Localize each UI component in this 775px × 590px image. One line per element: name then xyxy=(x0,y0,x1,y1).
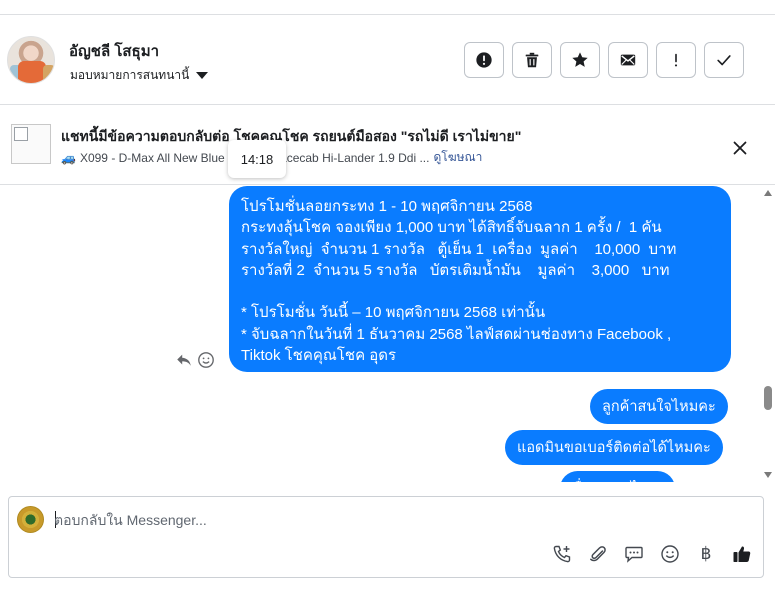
avatar[interactable] xyxy=(7,36,55,84)
conversation-header: อัญชลี โสธุมา มอบหมายการสนทนานี้ xyxy=(0,15,775,105)
message-bubble[interactable]: โปรโมชั่นลอยกระทง 1 - 10 พฤศจิกายน 2568 … xyxy=(229,186,731,372)
reply-composer: ฿ xyxy=(8,496,764,578)
scroll-down-arrow-icon[interactable] xyxy=(764,472,772,478)
contact-name[interactable]: อัญชลี โสธุมา xyxy=(69,39,159,63)
message-bubble[interactable]: ชื่อเล่นอะไรคะ xyxy=(560,471,676,482)
smiley-icon xyxy=(661,545,679,563)
delete-button[interactable] xyxy=(512,42,552,78)
close-ad-context-button[interactable] xyxy=(728,136,752,160)
phone-plus-icon xyxy=(553,545,571,563)
mark-spam-button[interactable] xyxy=(464,42,504,78)
mark-unread-button[interactable] xyxy=(608,42,648,78)
message-bubble[interactable]: แอดมินขอเบอร์ติดต่อได้ไหมคะ xyxy=(505,430,723,465)
message-thread[interactable]: โปรโมชั่นลอยกระทง 1 - 10 พฤศจิกายน 2568 … xyxy=(0,186,760,482)
star-icon xyxy=(572,52,588,67)
close-icon xyxy=(733,141,747,155)
ad-context-bar: แชทนี้มีข้อความตอบกลับต่อ โชคคุณโชค รถยน… xyxy=(0,106,775,185)
call-add-button[interactable] xyxy=(551,543,573,565)
composer-toolbar: ฿ xyxy=(551,543,753,565)
caret-down-icon xyxy=(196,72,209,79)
message-actions xyxy=(175,351,215,369)
emoji-reaction-icon[interactable] xyxy=(197,351,215,369)
thread-scrollbar[interactable] xyxy=(760,186,775,482)
reply-icon[interactable] xyxy=(175,351,193,369)
trash-icon xyxy=(525,52,539,68)
page-avatar xyxy=(17,506,44,533)
alert-circle-icon xyxy=(476,52,492,68)
star-button[interactable] xyxy=(560,42,600,78)
car-icon: 🚙 xyxy=(61,150,76,165)
message-bubble[interactable]: ลูกค้าสนใจไหมคะ xyxy=(590,389,728,424)
saved-replies-button[interactable] xyxy=(623,543,645,565)
timestamp-tooltip: 14:18 xyxy=(228,140,286,178)
thumbs-up-icon xyxy=(733,546,751,562)
paperclip-icon xyxy=(590,546,606,562)
attach-button[interactable] xyxy=(587,543,609,565)
check-icon xyxy=(717,55,731,66)
chat-bubble-icon xyxy=(625,546,643,563)
assign-label: มอบหมายการสนทนานี้ xyxy=(70,68,190,82)
payment-baht-button[interactable]: ฿ xyxy=(695,543,717,565)
scrollbar-thumb[interactable] xyxy=(764,386,772,410)
baht-icon: ฿ xyxy=(700,544,712,564)
assign-conversation-dropdown[interactable]: มอบหมายการสนทนานี้ xyxy=(70,66,209,85)
emoji-button[interactable] xyxy=(659,543,681,565)
like-button[interactable] xyxy=(731,543,753,565)
ad-thumbnail[interactable] xyxy=(11,124,51,164)
ad-context-title: แชทนี้มีข้อความตอบกลับต่อ โชคคุณโชค รถยน… xyxy=(61,128,522,144)
view-ad-link[interactable]: ดูโฆษณา xyxy=(433,148,482,167)
envelope-icon xyxy=(620,54,636,66)
reply-input[interactable] xyxy=(54,509,744,531)
exclamation-icon xyxy=(674,53,678,67)
follow-up-button[interactable] xyxy=(656,42,696,78)
scroll-up-arrow-icon[interactable] xyxy=(764,190,772,196)
mark-done-button[interactable] xyxy=(704,42,744,78)
